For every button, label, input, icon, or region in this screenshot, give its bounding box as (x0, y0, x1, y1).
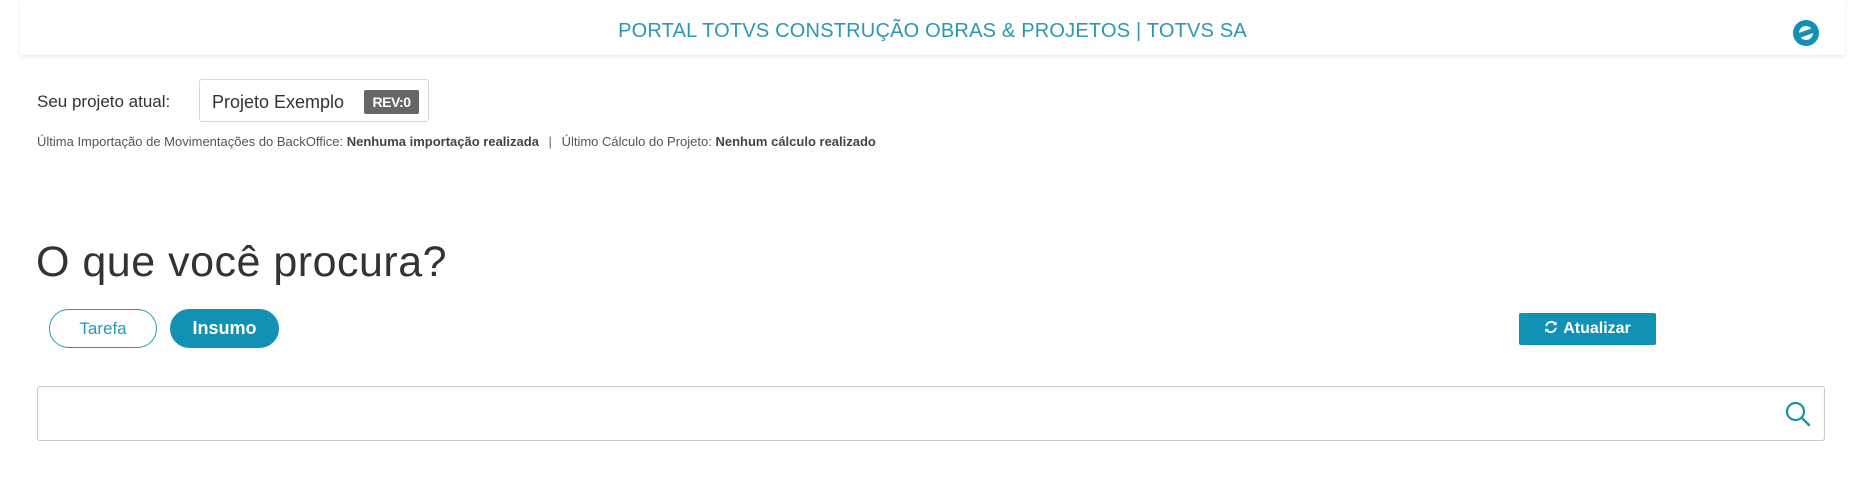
import-value: Nenhuma importação realizada (346, 134, 539, 149)
project-status-line: Última Importação de Movimentações do Ba… (37, 134, 876, 149)
calc-label: Último Cálculo do Projeto: (561, 134, 712, 149)
search-icon[interactable] (1784, 400, 1812, 428)
refresh-button[interactable]: Atualizar (1519, 313, 1656, 345)
current-project-box[interactable]: Projeto Exemplo REV:0 (199, 79, 429, 122)
totvs-logo-icon[interactable] (1791, 18, 1821, 48)
search-input[interactable] (38, 387, 1758, 440)
import-label: Última Importação de Movimentações do Ba… (37, 134, 344, 149)
revision-badge: REV:0 (364, 90, 419, 114)
refresh-label: Atualizar (1563, 320, 1631, 337)
project-name: Projeto Exemplo (212, 92, 345, 112)
info-separator: | (548, 134, 552, 149)
top-header: PORTAL TOTVS CONSTRUÇÃO OBRAS & PROJETOS… (20, 0, 1845, 55)
search-box (37, 386, 1825, 441)
filter-insumo-button[interactable]: Insumo (170, 309, 279, 348)
calc-value: Nenhum cálculo realizado (715, 134, 876, 149)
current-project-label: Seu projeto atual: (37, 92, 171, 111)
refresh-icon (1544, 313, 1558, 345)
portal-title: PORTAL TOTVS CONSTRUÇÃO OBRAS & PROJETOS… (618, 20, 1247, 42)
filter-tarefa-button[interactable]: Tarefa (49, 309, 157, 348)
search-heading: O que você procura? (36, 238, 448, 286)
